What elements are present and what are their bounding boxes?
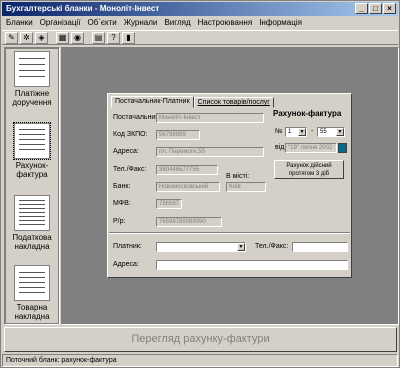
supplier-label: Постачальник: — [113, 114, 161, 121]
payer-address-label: Адреса: — [113, 261, 139, 268]
doc-invoice[interactable]: Рахунок-фактура — [10, 122, 54, 179]
maximize-button[interactable]: □ — [369, 3, 382, 14]
address-field[interactable]: пл. Перемоги,5б — [156, 147, 264, 157]
menu-info[interactable]: Інформація — [259, 16, 302, 29]
number-left-combo[interactable]: 1 ▼ — [285, 127, 307, 137]
menu-view[interactable]: Вигляд — [164, 16, 190, 29]
preview-icon[interactable]: ◉ — [71, 32, 84, 44]
mfo-label: МФВ: — [113, 200, 131, 207]
chevron-down-icon: ▼ — [298, 128, 306, 136]
city-field[interactable]: Київ — [226, 182, 266, 192]
account-field[interactable]: 76598789089090 — [156, 217, 222, 227]
minimize-button[interactable]: _ — [355, 3, 368, 14]
edit-icon[interactable]: ✎ — [5, 32, 18, 44]
toolbar: ✎ ✲ ◈ ▦ ◉ ▤ ? ▮ — [2, 30, 398, 45]
bank-field[interactable]: Новомосковський — [156, 182, 220, 192]
section-divider — [109, 232, 350, 234]
account-label: Р/р: — [113, 218, 126, 225]
payer-combo[interactable]: ▼ — [156, 242, 246, 252]
document-list: Платіжне доручення Рахунок-фактура Подат… — [4, 47, 60, 325]
title-bar: Бухгалтерські бланки - Моноліт-Інвест _ … — [2, 2, 398, 16]
menu-organizations[interactable]: Організації — [40, 16, 81, 29]
form-tabs: Постачальник-Платник Список товарів/посл… — [111, 96, 274, 108]
help-icon[interactable]: ? — [107, 32, 120, 44]
calendar-icon[interactable] — [338, 143, 347, 153]
number-label: № — [275, 128, 283, 135]
phone-field[interactable]: 380446677755 — [156, 165, 218, 175]
preview-invoice-button[interactable]: Перегляд рахунку-фактури — [4, 327, 397, 352]
doc-payment-order[interactable]: Платіжне доручення — [10, 51, 54, 107]
edrpou-field[interactable]: 56798989 — [156, 130, 200, 140]
window-title: Бухгалтерські бланки - Моноліт-Інвест — [6, 4, 160, 13]
toolbar-separator — [86, 32, 90, 44]
doc-thumbnail-icon — [14, 265, 50, 301]
supplier-field[interactable]: Моноліт-Інвест — [156, 113, 264, 123]
table-icon[interactable]: ▦ — [56, 32, 69, 44]
toolbar-separator — [50, 32, 54, 44]
mfo-field[interactable]: 786587 — [156, 199, 182, 209]
payer-label: Платник: — [113, 243, 142, 250]
calculator-icon[interactable]: ▤ — [92, 32, 105, 44]
status-bar: Поточний бланк: рахунок-фактура — [2, 354, 398, 367]
doc-label: Платіжне доручення — [12, 89, 52, 107]
doc-thumbnail-icon — [13, 122, 51, 160]
phone-label: Тел./Факс: — [113, 166, 147, 173]
bank-label: Банк: — [113, 183, 131, 190]
payer-phone-field[interactable] — [292, 242, 348, 252]
doc-label: Податкова накладна — [12, 233, 52, 251]
menu-bar: Бланки Організації Об`єкти Журнали Вигля… — [2, 16, 398, 29]
doc-tax-invoice[interactable]: Податкова накладна — [10, 195, 54, 251]
new-icon[interactable]: ✲ — [20, 32, 33, 44]
object-icon[interactable]: ◈ — [35, 32, 48, 44]
number-separator: - — [311, 128, 314, 135]
edrpou-label: Код ЗКПО: — [113, 131, 148, 138]
date-label: від — [275, 144, 285, 151]
city-label: В місті: — [226, 173, 250, 180]
chevron-down-icon: ▼ — [237, 243, 245, 251]
menu-objects[interactable]: Об`єкти — [87, 16, 116, 29]
address-label: Адреса: — [113, 148, 139, 155]
close-button[interactable]: × — [383, 3, 396, 14]
main-window: Бухгалтерські бланки - Моноліт-Інвест _ … — [0, 0, 400, 368]
doc-thumbnail-icon — [14, 51, 50, 87]
tab-supplier-payer[interactable]: Постачальник-Платник — [111, 96, 194, 108]
tab-goods-list[interactable]: Список товарів/послуг — [193, 97, 274, 108]
doc-thumbnail-icon — [14, 195, 50, 231]
doc-label: Товарна накладна — [14, 303, 50, 321]
doc-label: Рахунок-фактура — [15, 161, 49, 179]
document-area: Постачальник-Платник Список товарів/посл… — [61, 47, 399, 325]
invoice-form: Постачальник-Платник Список товарів/посл… — [107, 93, 352, 278]
menu-blanks[interactable]: Бланки — [6, 16, 33, 29]
menu-journals[interactable]: Журнали — [124, 16, 158, 29]
menu-settings[interactable]: Настроювання — [198, 16, 253, 29]
invoice-title: Рахунок-фактура — [273, 109, 342, 118]
validity-notice: Рахунок дійсний протягом 3 діб — [274, 160, 344, 179]
number-right-combo[interactable]: 55 ▼ — [317, 127, 345, 137]
date-field[interactable]: "19" липня 2002 — [285, 143, 337, 153]
exit-icon[interactable]: ▮ — [122, 32, 135, 44]
doc-waybill[interactable]: Товарна накладна — [10, 265, 54, 321]
chevron-down-icon: ▼ — [336, 128, 344, 136]
payer-phone-label: Тел./Факс: — [255, 243, 289, 250]
payer-address-field[interactable] — [156, 260, 348, 270]
